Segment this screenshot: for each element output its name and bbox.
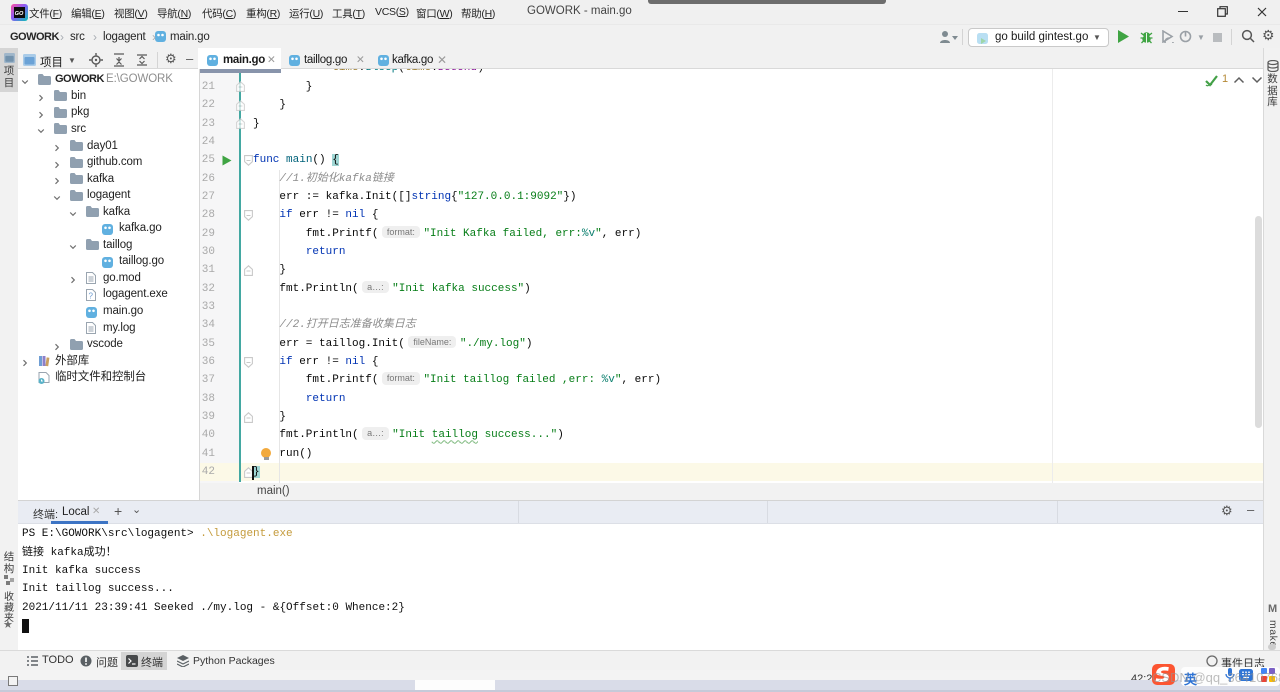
svg-text:GO: GO [15,11,24,17]
svg-text:?: ? [89,291,94,300]
